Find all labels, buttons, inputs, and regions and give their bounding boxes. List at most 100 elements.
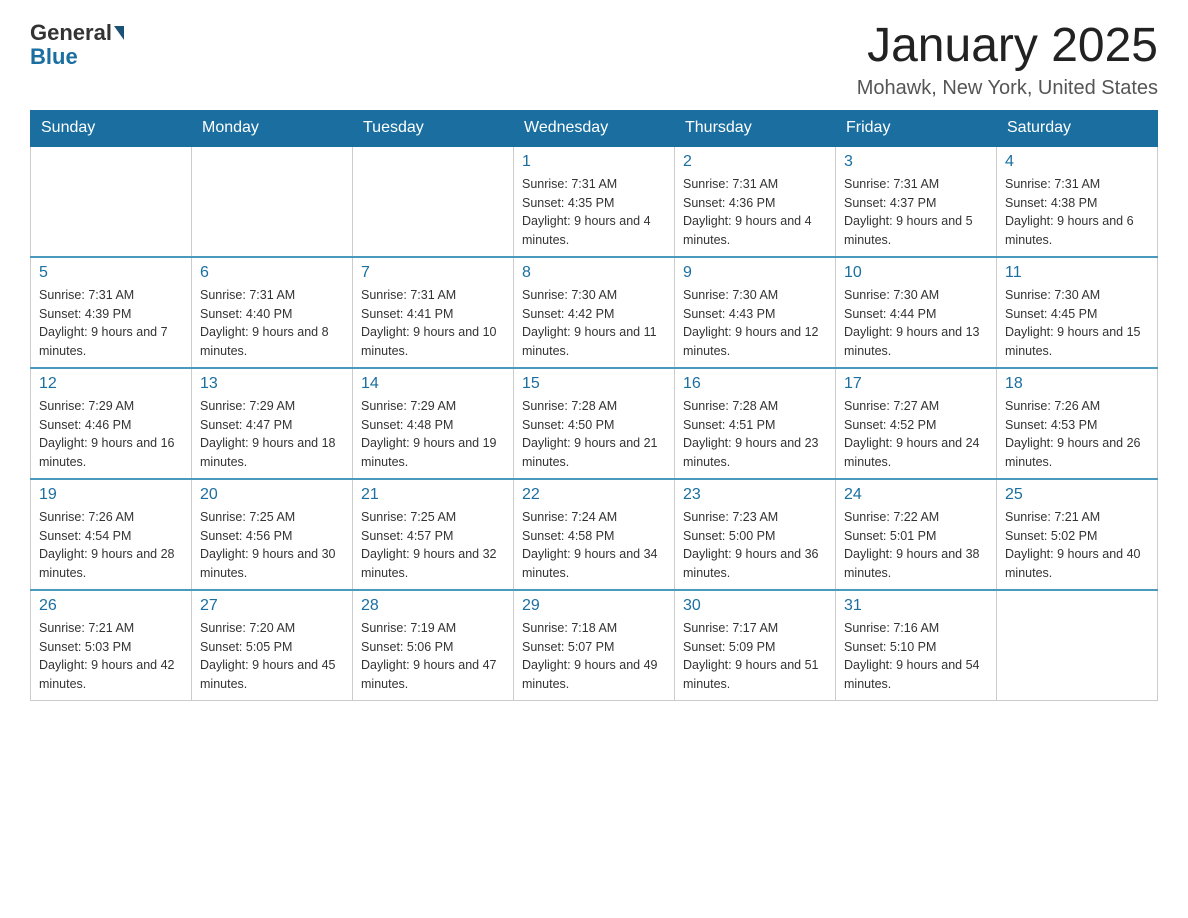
table-row: 27 Sunrise: 7:20 AM Sunset: 5:05 PM Dayli… [192,590,353,701]
table-row: 8 Sunrise: 7:30 AM Sunset: 4:42 PM Daylig… [514,257,675,368]
day-info: Sunrise: 7:21 AM Sunset: 5:02 PM Dayligh… [1005,508,1149,583]
table-row: 17 Sunrise: 7:27 AM Sunset: 4:52 PM Dayli… [836,368,997,479]
day-info: Sunrise: 7:29 AM Sunset: 4:48 PM Dayligh… [361,397,505,472]
day-number: 23 [683,486,827,504]
location-text: Mohawk, New York, United States [857,77,1158,100]
day-number: 14 [361,375,505,393]
day-info: Sunrise: 7:30 AM Sunset: 4:45 PM Dayligh… [1005,286,1149,361]
table-row: 31 Sunrise: 7:16 AM Sunset: 5:10 PM Dayli… [836,590,997,701]
day-number: 3 [844,153,988,171]
day-number: 24 [844,486,988,504]
calendar-week-row: 26Sunrise: 7:21 AM Sunset: 5:03 PM Dayli… [31,590,1158,701]
day-number: 8 [522,264,666,282]
table-row: 3 Sunrise: 7:31 AM Sunset: 4:37 PM Daylig… [836,146,997,257]
day-info: Sunrise: 7:27 AM Sunset: 4:52 PM Dayligh… [844,397,988,472]
title-block: January 2025 Mohawk, New York, United St… [857,20,1158,100]
table-row: 30Sunrise: 7:17 AM Sunset: 5:09 PM Dayli… [675,590,836,701]
day-info: Sunrise: 7:28 AM Sunset: 4:51 PM Dayligh… [683,397,827,472]
table-row: 7 Sunrise: 7:31 AM Sunset: 4:41 PM Daylig… [353,257,514,368]
table-row [997,590,1158,701]
col-monday: Monday [192,110,353,146]
day-number: 28 [361,597,505,615]
calendar-week-row: 19 Sunrise: 7:26 AM Sunset: 4:54 PM Dayli… [31,479,1158,590]
col-tuesday: Tuesday [353,110,514,146]
logo: General Blue [30,20,126,70]
calendar-week-row: 5Sunrise: 7:31 AM Sunset: 4:39 PM Daylig… [31,257,1158,368]
day-number: 17 [844,375,988,393]
table-row: 6 Sunrise: 7:31 AM Sunset: 4:40 PM Daylig… [192,257,353,368]
day-number: 10 [844,264,988,282]
day-info: Sunrise: 7:26 AM Sunset: 4:54 PM Dayligh… [39,508,183,583]
table-row: 14 Sunrise: 7:29 AM Sunset: 4:48 PM Dayli… [353,368,514,479]
table-row: 13Sunrise: 7:29 AM Sunset: 4:47 PM Dayli… [192,368,353,479]
day-number: 16 [683,375,827,393]
day-number: 12 [39,375,183,393]
table-row: 22 Sunrise: 7:24 AM Sunset: 4:58 PM Dayli… [514,479,675,590]
table-row: 11 Sunrise: 7:30 AM Sunset: 4:45 PM Dayli… [997,257,1158,368]
day-number: 30 [683,597,827,615]
day-number: 15 [522,375,666,393]
day-number: 7 [361,264,505,282]
day-info: Sunrise: 7:29 AM Sunset: 4:47 PM Dayligh… [200,397,344,472]
calendar-week-row: 1 Sunrise: 7:31 AM Sunset: 4:35 PM Daylig… [31,146,1158,257]
col-sunday: Sunday [31,110,192,146]
table-row: 26Sunrise: 7:21 AM Sunset: 5:03 PM Dayli… [31,590,192,701]
calendar-header-row: Sunday Monday Tuesday Wednesday Thursday… [31,110,1158,146]
col-friday: Friday [836,110,997,146]
day-info: Sunrise: 7:31 AM Sunset: 4:41 PM Dayligh… [361,286,505,361]
day-number: 11 [1005,264,1149,282]
day-info: Sunrise: 7:31 AM Sunset: 4:40 PM Dayligh… [200,286,344,361]
table-row: 25 Sunrise: 7:21 AM Sunset: 5:02 PM Dayli… [997,479,1158,590]
day-number: 4 [1005,153,1149,171]
day-info: Sunrise: 7:28 AM Sunset: 4:50 PM Dayligh… [522,397,666,472]
logo-arrow-icon [114,26,124,40]
table-row: 12 Sunrise: 7:29 AM Sunset: 4:46 PM Dayli… [31,368,192,479]
day-info: Sunrise: 7:25 AM Sunset: 4:57 PM Dayligh… [361,508,505,583]
day-info: Sunrise: 7:29 AM Sunset: 4:46 PM Dayligh… [39,397,183,472]
day-info: Sunrise: 7:18 AM Sunset: 5:07 PM Dayligh… [522,619,666,694]
col-thursday: Thursday [675,110,836,146]
table-row: 24 Sunrise: 7:22 AM Sunset: 5:01 PM Dayli… [836,479,997,590]
day-info: Sunrise: 7:30 AM Sunset: 4:42 PM Dayligh… [522,286,666,361]
day-number: 21 [361,486,505,504]
day-number: 6 [200,264,344,282]
day-info: Sunrise: 7:20 AM Sunset: 5:05 PM Dayligh… [200,619,344,694]
table-row: 1 Sunrise: 7:31 AM Sunset: 4:35 PM Daylig… [514,146,675,257]
col-wednesday: Wednesday [514,110,675,146]
day-number: 5 [39,264,183,282]
table-row: 20 Sunrise: 7:25 AM Sunset: 4:56 PM Dayli… [192,479,353,590]
day-info: Sunrise: 7:31 AM Sunset: 4:35 PM Dayligh… [522,175,666,250]
day-number: 19 [39,486,183,504]
day-info: Sunrise: 7:22 AM Sunset: 5:01 PM Dayligh… [844,508,988,583]
table-row [192,146,353,257]
day-number: 27 [200,597,344,615]
page-header: General Blue January 2025 Mohawk, New Yo… [30,20,1158,100]
day-info: Sunrise: 7:25 AM Sunset: 4:56 PM Dayligh… [200,508,344,583]
day-number: 9 [683,264,827,282]
day-number: 29 [522,597,666,615]
day-number: 25 [1005,486,1149,504]
day-number: 31 [844,597,988,615]
day-info: Sunrise: 7:31 AM Sunset: 4:37 PM Dayligh… [844,175,988,250]
day-info: Sunrise: 7:19 AM Sunset: 5:06 PM Dayligh… [361,619,505,694]
table-row: 16 Sunrise: 7:28 AM Sunset: 4:51 PM Dayli… [675,368,836,479]
table-row: 28 Sunrise: 7:19 AM Sunset: 5:06 PM Dayli… [353,590,514,701]
day-number: 1 [522,153,666,171]
table-row: 23Sunrise: 7:23 AM Sunset: 5:00 PM Dayli… [675,479,836,590]
table-row: 21 Sunrise: 7:25 AM Sunset: 4:57 PM Dayli… [353,479,514,590]
table-row: 10 Sunrise: 7:30 AM Sunset: 4:44 PM Dayli… [836,257,997,368]
day-info: Sunrise: 7:16 AM Sunset: 5:10 PM Dayligh… [844,619,988,694]
table-row: 15 Sunrise: 7:28 AM Sunset: 4:50 PM Dayli… [514,368,675,479]
day-info: Sunrise: 7:30 AM Sunset: 4:43 PM Dayligh… [683,286,827,361]
table-row: 9 Sunrise: 7:30 AM Sunset: 4:43 PM Daylig… [675,257,836,368]
day-number: 2 [683,153,827,171]
logo-general-text: General [30,20,112,46]
day-info: Sunrise: 7:24 AM Sunset: 4:58 PM Dayligh… [522,508,666,583]
day-info: Sunrise: 7:26 AM Sunset: 4:53 PM Dayligh… [1005,397,1149,472]
day-info: Sunrise: 7:30 AM Sunset: 4:44 PM Dayligh… [844,286,988,361]
table-row: 19 Sunrise: 7:26 AM Sunset: 4:54 PM Dayli… [31,479,192,590]
day-info: Sunrise: 7:31 AM Sunset: 4:36 PM Dayligh… [683,175,827,250]
day-number: 20 [200,486,344,504]
day-number: 22 [522,486,666,504]
table-row: 5Sunrise: 7:31 AM Sunset: 4:39 PM Daylig… [31,257,192,368]
